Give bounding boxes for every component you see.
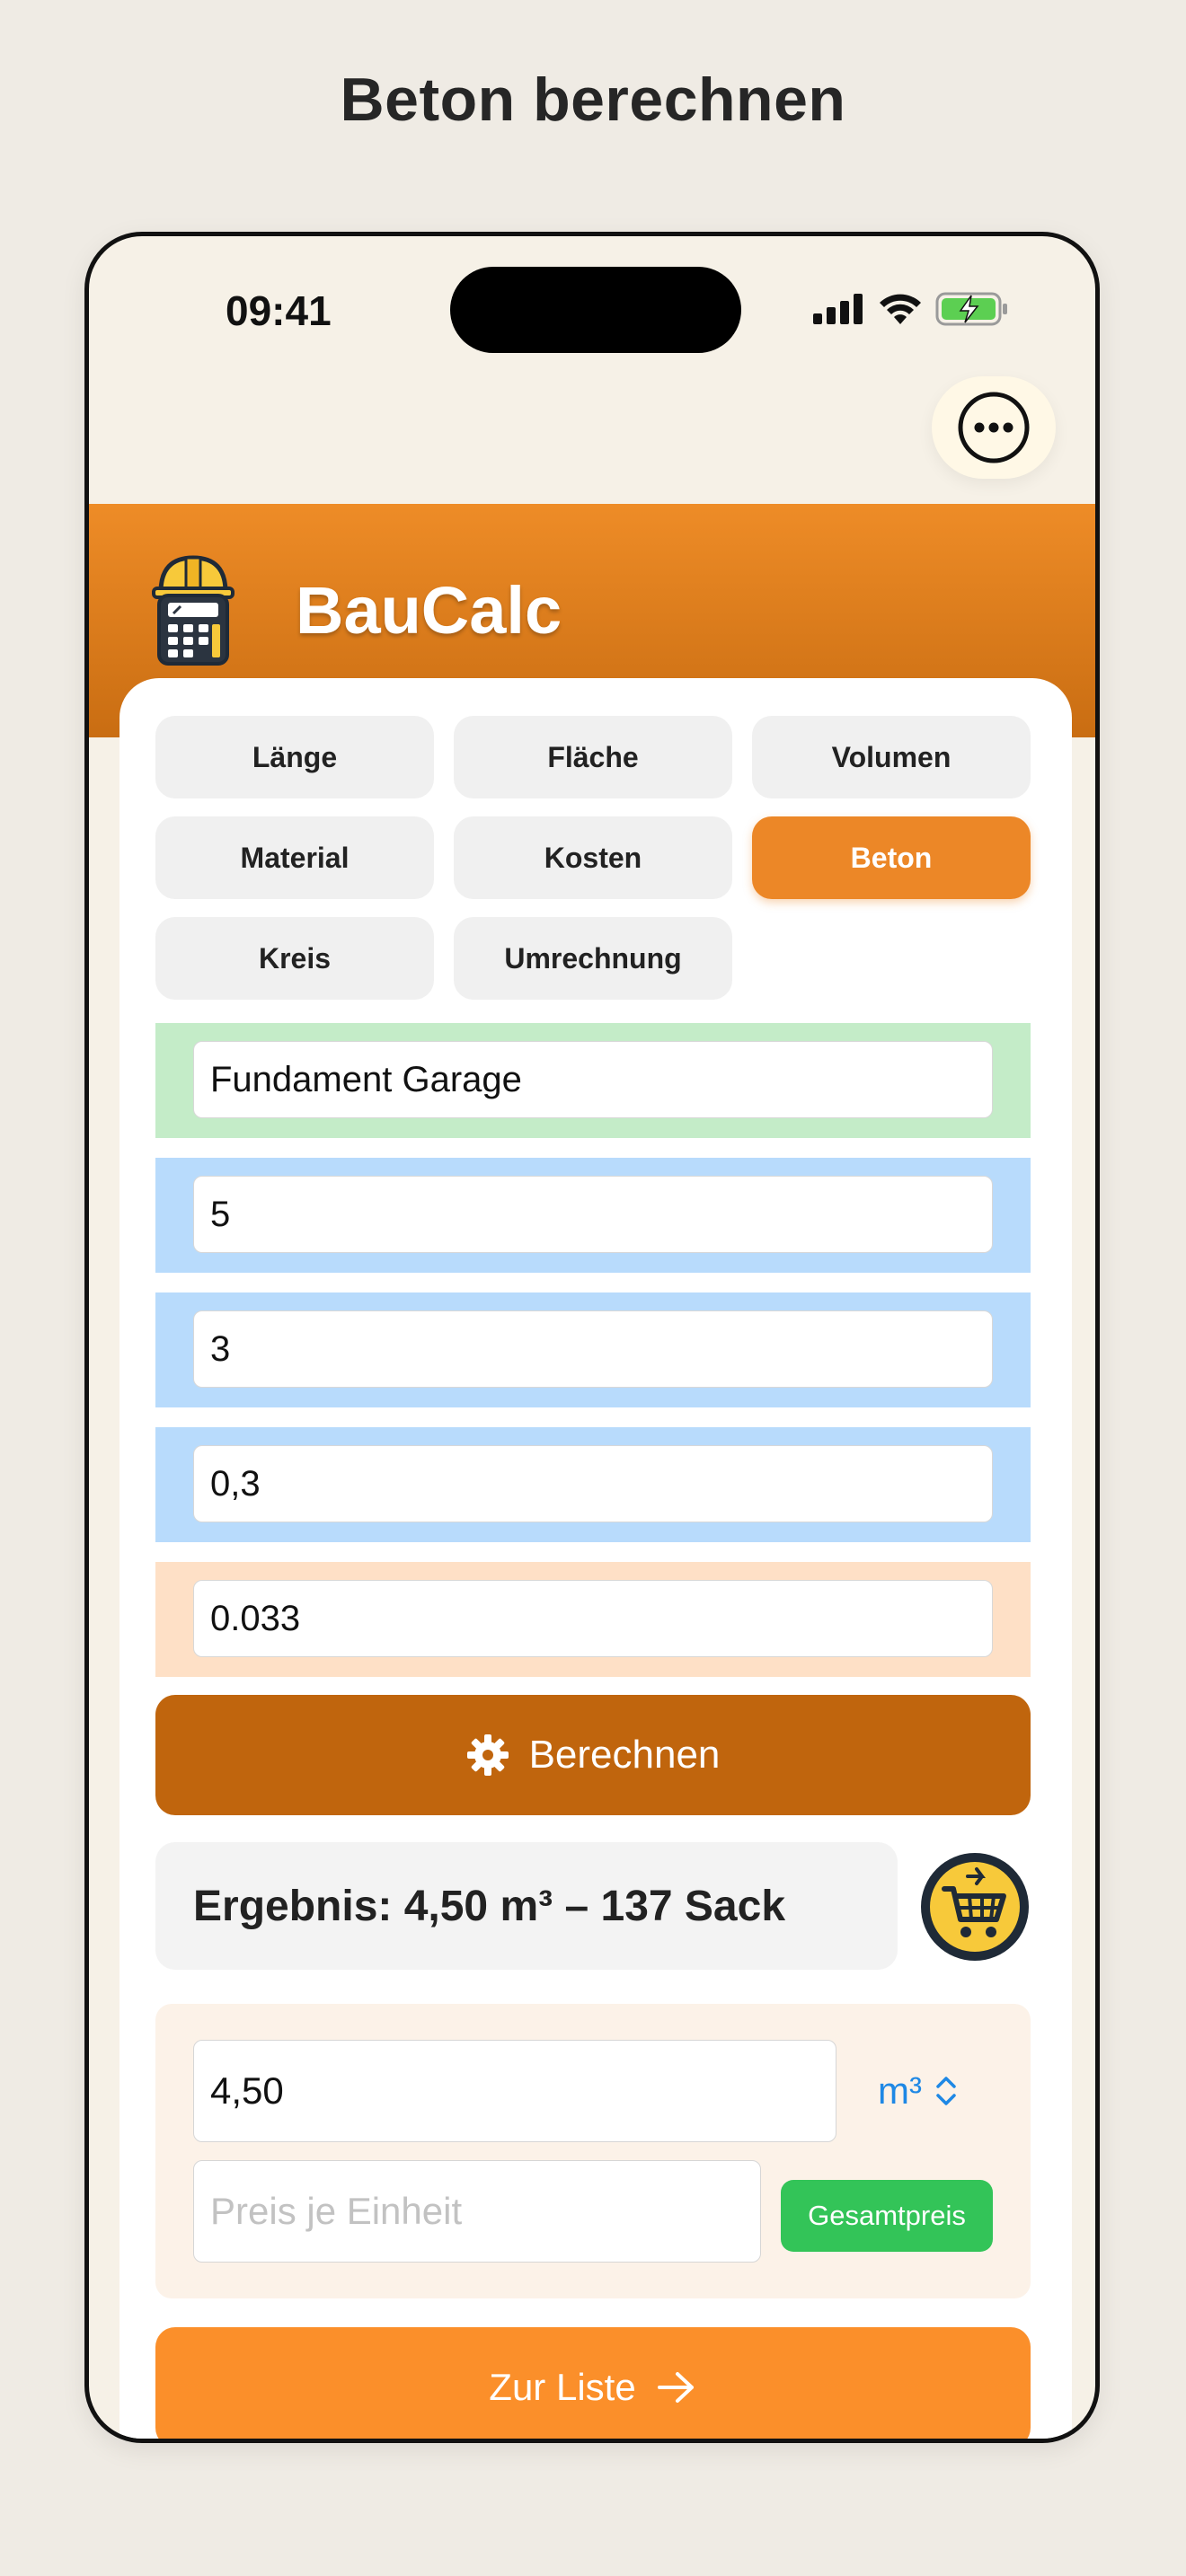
- tab-laenge[interactable]: Länge: [155, 716, 434, 798]
- length-field-row: [155, 1158, 1031, 1273]
- status-icons: [813, 292, 1009, 326]
- tab-beton[interactable]: Beton: [752, 816, 1031, 899]
- depth-field-row: [155, 1427, 1031, 1542]
- to-list-button-label: Zur Liste: [489, 2366, 636, 2408]
- width-input[interactable]: [193, 1310, 993, 1388]
- length-input[interactable]: [193, 1176, 993, 1253]
- more-icon: [958, 392, 1030, 463]
- chevron-up-down-icon: [936, 2077, 956, 2105]
- tab-volumen[interactable]: Volumen: [752, 716, 1031, 798]
- shopping-cart-icon[interactable]: [917, 1849, 1032, 1964]
- price-panel: m³ Gesamtpreis: [155, 2004, 1031, 2298]
- name-input[interactable]: [193, 1041, 993, 1118]
- depth-input[interactable]: [193, 1445, 993, 1522]
- dynamic-island: [450, 267, 741, 353]
- calculate-button[interactable]: Berechnen: [155, 1695, 1031, 1815]
- app-name: BauCalc: [296, 573, 562, 648]
- arrow-right-icon: [657, 2372, 694, 2403]
- tab-kreis[interactable]: Kreis: [155, 917, 434, 1000]
- status-bar: 09:41: [89, 236, 1095, 389]
- gear-icon: [466, 1734, 509, 1776]
- tab-flaeche[interactable]: Fläche: [454, 716, 732, 798]
- result-display: Ergebnis: 4,50 m³ – 137 Sack: [155, 1842, 898, 1970]
- calculate-button-label: Berechnen: [528, 1733, 721, 1777]
- tab-umrechnung[interactable]: Umrechnung: [454, 917, 732, 1000]
- signal-icon: [813, 294, 863, 324]
- unit-price-input[interactable]: [193, 2160, 761, 2263]
- calculator-helmet-icon: [152, 555, 235, 666]
- name-field-row: [155, 1023, 1031, 1138]
- tab-kosten[interactable]: Kosten: [454, 816, 732, 899]
- calculator-card: Länge Fläche Volumen Material Kosten Bet…: [119, 678, 1072, 2439]
- to-list-button[interactable]: Zur Liste: [155, 2327, 1031, 2439]
- quantity-input[interactable]: [193, 2040, 836, 2142]
- wifi-icon: [880, 294, 921, 324]
- phone-frame: 09:41 BauCalc Länge Fläche Volumen Mater…: [84, 232, 1100, 2443]
- unit-select-value: m³: [878, 2069, 922, 2112]
- page-title: Beton berechnen: [340, 66, 846, 134]
- status-time: 09:41: [226, 287, 332, 334]
- battery-charging-icon: [935, 292, 1007, 326]
- bag-volume-field-row: [155, 1562, 1031, 1677]
- bag-volume-input[interactable]: [193, 1580, 993, 1657]
- total-price-button[interactable]: Gesamtpreis: [781, 2180, 993, 2252]
- unit-select[interactable]: m³: [878, 2040, 958, 2142]
- more-options-button[interactable]: [932, 376, 1056, 479]
- tab-material[interactable]: Material: [155, 816, 434, 899]
- width-field-row: [155, 1292, 1031, 1407]
